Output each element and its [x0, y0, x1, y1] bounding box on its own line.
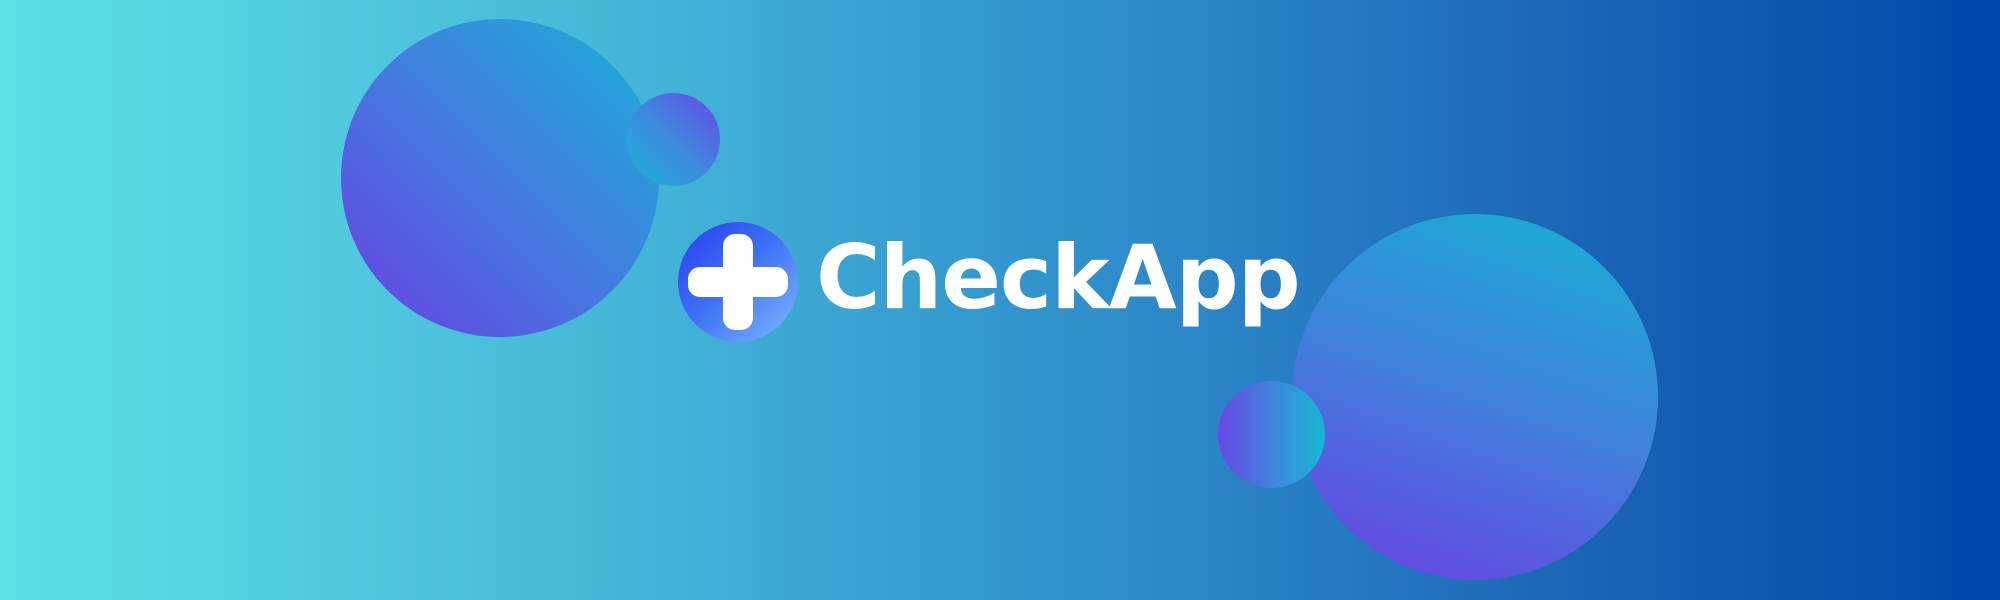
- decorative-bubble-small-bottom: [1218, 381, 1325, 488]
- decorative-bubble-large-left: [341, 19, 659, 337]
- decorative-bubble-small-top: [627, 93, 720, 186]
- decorative-bubble-large-right: [1292, 214, 1658, 580]
- brand-logo: CheckApp: [678, 222, 1301, 342]
- brand-name: CheckApp: [816, 226, 1301, 329]
- plus-circle-icon: [678, 222, 798, 342]
